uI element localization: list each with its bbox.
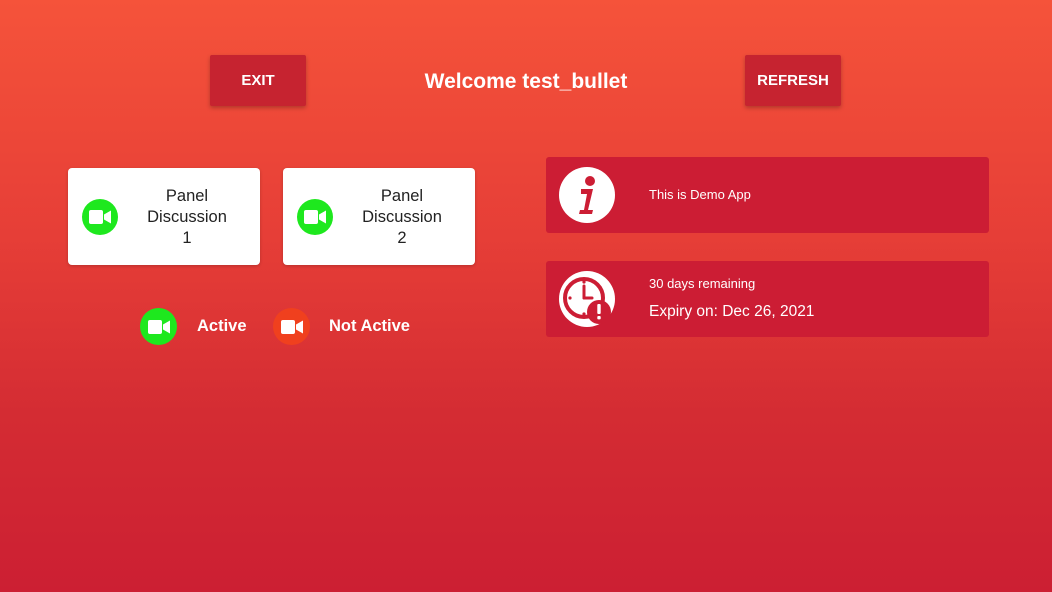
active-legend-label: Active [197,317,247,335]
expiry-date-text: Expiry on: Dec 26, 2021 [649,303,815,320]
video-camera-icon [297,199,333,235]
room-label-line3: 1 [182,229,192,247]
exit-button[interactable]: EXIT [210,55,306,106]
inactive-legend-camera-icon [273,308,310,345]
active-legend-camera-icon [140,308,177,345]
info-icon [559,167,615,223]
days-remaining-text: 30 days remaining [649,276,756,291]
expiry-info-card: 30 days remaining Expiry on: Dec 26, 202… [546,261,989,337]
demo-app-text: This is Demo App [649,187,751,202]
exit-button-label: EXIT [241,72,275,89]
room-label-line2: Discussion [147,208,227,226]
inactive-legend-label: Not Active [329,317,410,335]
room-card-panel-discussion-1[interactable]: Panel Discussion 1 [68,168,260,265]
room-card-label: Panel Discussion 2 [335,186,469,249]
clock-alert-icon [559,271,615,327]
room-label-line1: Panel [380,187,424,205]
welcome-title: Welcome test_bullet [424,70,628,93]
refresh-button-label: REFRESH [757,72,829,89]
refresh-button[interactable]: REFRESH [745,55,841,106]
room-label-line3: 2 [397,229,407,247]
room-label-line1: Panel [165,187,209,205]
video-camera-icon [82,199,118,235]
room-card-panel-discussion-2[interactable]: Panel Discussion 2 [283,168,475,265]
demo-info-card: This is Demo App [546,157,989,233]
room-card-label: Panel Discussion 1 [120,186,254,249]
room-label-line2: Discussion [362,208,442,226]
